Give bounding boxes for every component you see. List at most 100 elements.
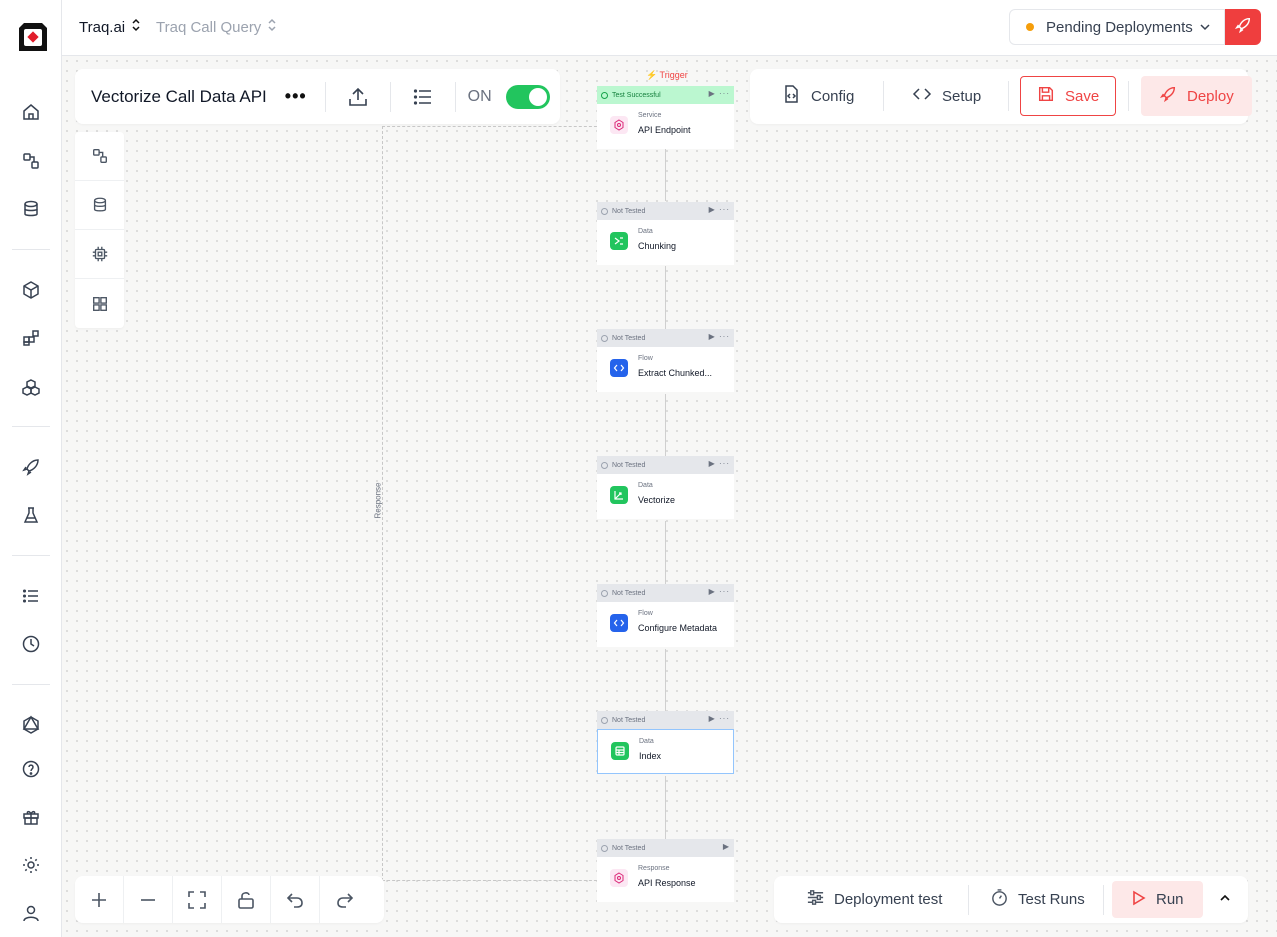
workflow-active-toggle[interactable] xyxy=(505,84,550,109)
pending-label: Pending Deployments xyxy=(1046,18,1193,36)
chunking-icon xyxy=(610,232,628,250)
node-status-bar: Not Tested ▶ xyxy=(597,839,734,857)
workflow-icon[interactable] xyxy=(19,149,43,173)
more-options-button[interactable]: ••• xyxy=(285,86,307,107)
workflow-node[interactable]: Test Successful ▶ ··· Service API Endpoi… xyxy=(597,86,734,149)
action-toolbar: Config Setup Save Deploy xyxy=(750,69,1252,124)
pending-status-dot xyxy=(1026,23,1034,31)
rocket-icon[interactable] xyxy=(19,455,43,479)
node-status-bar: Not Tested ▶ ··· xyxy=(597,329,734,347)
workflow-node[interactable]: Not Tested ▶ ··· Flow Configure Metadata xyxy=(597,584,734,647)
app-logo[interactable] xyxy=(16,20,50,54)
redo-icon[interactable] xyxy=(320,876,369,923)
code-icon xyxy=(610,614,628,632)
run-button[interactable]: Run xyxy=(1112,881,1203,918)
node-run-menu[interactable]: ▶ ··· xyxy=(709,332,730,341)
deploy-button[interactable]: Deploy xyxy=(1141,76,1252,116)
status-circle-icon xyxy=(601,461,608,469)
test-runs-button[interactable]: Test Runs xyxy=(990,881,1085,918)
status-circle-icon xyxy=(601,334,608,342)
service-icon xyxy=(610,869,628,887)
node-name: Chunking xyxy=(638,241,677,251)
response-loop-edge xyxy=(382,126,602,881)
index-icon xyxy=(611,742,629,760)
response-edge-label: Response xyxy=(373,482,383,519)
save-button[interactable]: Save xyxy=(1020,76,1117,116)
blocks-icon[interactable] xyxy=(19,326,43,350)
cube-icon[interactable] xyxy=(19,278,43,302)
node-status-bar: Test Successful ▶ ··· xyxy=(597,86,734,104)
code-icon xyxy=(912,84,932,108)
boxes-icon[interactable] xyxy=(19,375,43,399)
rocket-icon xyxy=(1159,85,1177,107)
node-palette xyxy=(75,132,124,328)
project-name: Traq Call Query xyxy=(156,18,262,36)
node-name: Extract Chunked... xyxy=(638,368,713,378)
settings-icon[interactable] xyxy=(19,853,43,877)
cpu-icon[interactable] xyxy=(75,230,124,279)
database-nodes-icon[interactable] xyxy=(75,181,124,230)
pending-deployments-dropdown[interactable]: Pending Deployments xyxy=(1009,9,1225,45)
org-selector[interactable]: Traq.ai xyxy=(79,18,141,36)
sliders-icon xyxy=(806,888,825,911)
node-run-menu[interactable]: ▶ ··· xyxy=(709,714,730,723)
deployment-test-button[interactable]: Deployment test xyxy=(806,881,942,918)
status-circle-icon xyxy=(601,844,608,852)
node-name: Index xyxy=(639,751,662,761)
node-status-bar: Not Tested ▶ ··· xyxy=(597,584,734,602)
node-run-button[interactable]: ▶ xyxy=(723,842,730,851)
node-run-menu[interactable]: ▶ ··· xyxy=(709,459,730,468)
workflow-node[interactable]: Not Tested ▶ Response API Response xyxy=(597,839,734,902)
config-file-icon xyxy=(781,84,801,108)
workflow-node[interactable]: Not Tested ▶ ··· Data Index xyxy=(597,711,734,774)
help-icon[interactable] xyxy=(19,757,43,781)
flask-icon[interactable] xyxy=(19,503,43,527)
node-run-menu[interactable]: ▶ ··· xyxy=(709,89,730,98)
status-circle-icon xyxy=(601,716,608,724)
project-selector[interactable]: Traq Call Query xyxy=(156,18,277,36)
gift-icon[interactable] xyxy=(19,805,43,829)
workflow-node[interactable]: Not Tested ▶ ··· Data Chunking xyxy=(597,202,734,265)
workflow-canvas[interactable]: Vectorize Call Data API ••• ON Config Se… xyxy=(62,56,1277,937)
node-name: Vectorize xyxy=(638,495,676,505)
graphql-icon[interactable] xyxy=(19,713,43,737)
zoom-in-icon[interactable] xyxy=(75,876,124,923)
clock-icon[interactable] xyxy=(19,632,43,656)
workflow-node[interactable]: Not Tested ▶ ··· Flow Extract Chunked... xyxy=(597,329,734,392)
workflow-node[interactable]: Not Tested ▶ ··· Data Vectorize xyxy=(597,456,734,519)
home-icon[interactable] xyxy=(19,100,43,124)
status-circle-icon xyxy=(601,589,608,597)
undo-icon[interactable] xyxy=(271,876,320,923)
workflow-nodes-icon[interactable] xyxy=(75,132,124,181)
config-button[interactable]: Config xyxy=(781,76,854,116)
test-controls: Deployment test Test Runs Run xyxy=(774,876,1248,923)
database-icon[interactable] xyxy=(19,197,43,221)
node-status-bar: Not Tested ▶ ··· xyxy=(597,456,734,474)
expand-panel-button[interactable] xyxy=(1218,881,1232,918)
setup-button[interactable]: Setup xyxy=(912,76,981,116)
chevron-up-icon xyxy=(1218,891,1232,909)
node-run-menu[interactable]: ▶ ··· xyxy=(709,205,730,214)
user-icon[interactable] xyxy=(19,901,43,925)
code-icon xyxy=(610,359,628,377)
zoom-out-icon[interactable] xyxy=(124,876,173,923)
canvas-controls xyxy=(75,876,384,923)
node-name: Configure Metadata xyxy=(638,623,718,633)
grid-icon[interactable] xyxy=(75,279,124,328)
quick-deploy-button[interactable] xyxy=(1225,9,1261,45)
status-circle-icon xyxy=(601,207,608,215)
workflow-title[interactable]: Vectorize Call Data API xyxy=(91,87,267,107)
node-name: API Endpoint xyxy=(638,125,691,135)
fit-view-icon[interactable] xyxy=(173,876,222,923)
list-view-icon[interactable] xyxy=(391,86,455,108)
node-run-menu[interactable]: ▶ ··· xyxy=(709,587,730,596)
list-icon[interactable] xyxy=(19,584,43,608)
export-icon[interactable] xyxy=(326,86,390,108)
unlock-icon[interactable] xyxy=(222,876,271,923)
top-bar: Traq.ai Traq Call Query Pending Deployme… xyxy=(62,0,1277,56)
service-icon xyxy=(610,116,628,134)
org-name: Traq.ai xyxy=(79,18,126,36)
chevron-down-icon xyxy=(1198,20,1212,38)
trigger-label: ⚡ Trigger xyxy=(646,70,688,80)
updown-chevron-icon xyxy=(131,18,141,36)
